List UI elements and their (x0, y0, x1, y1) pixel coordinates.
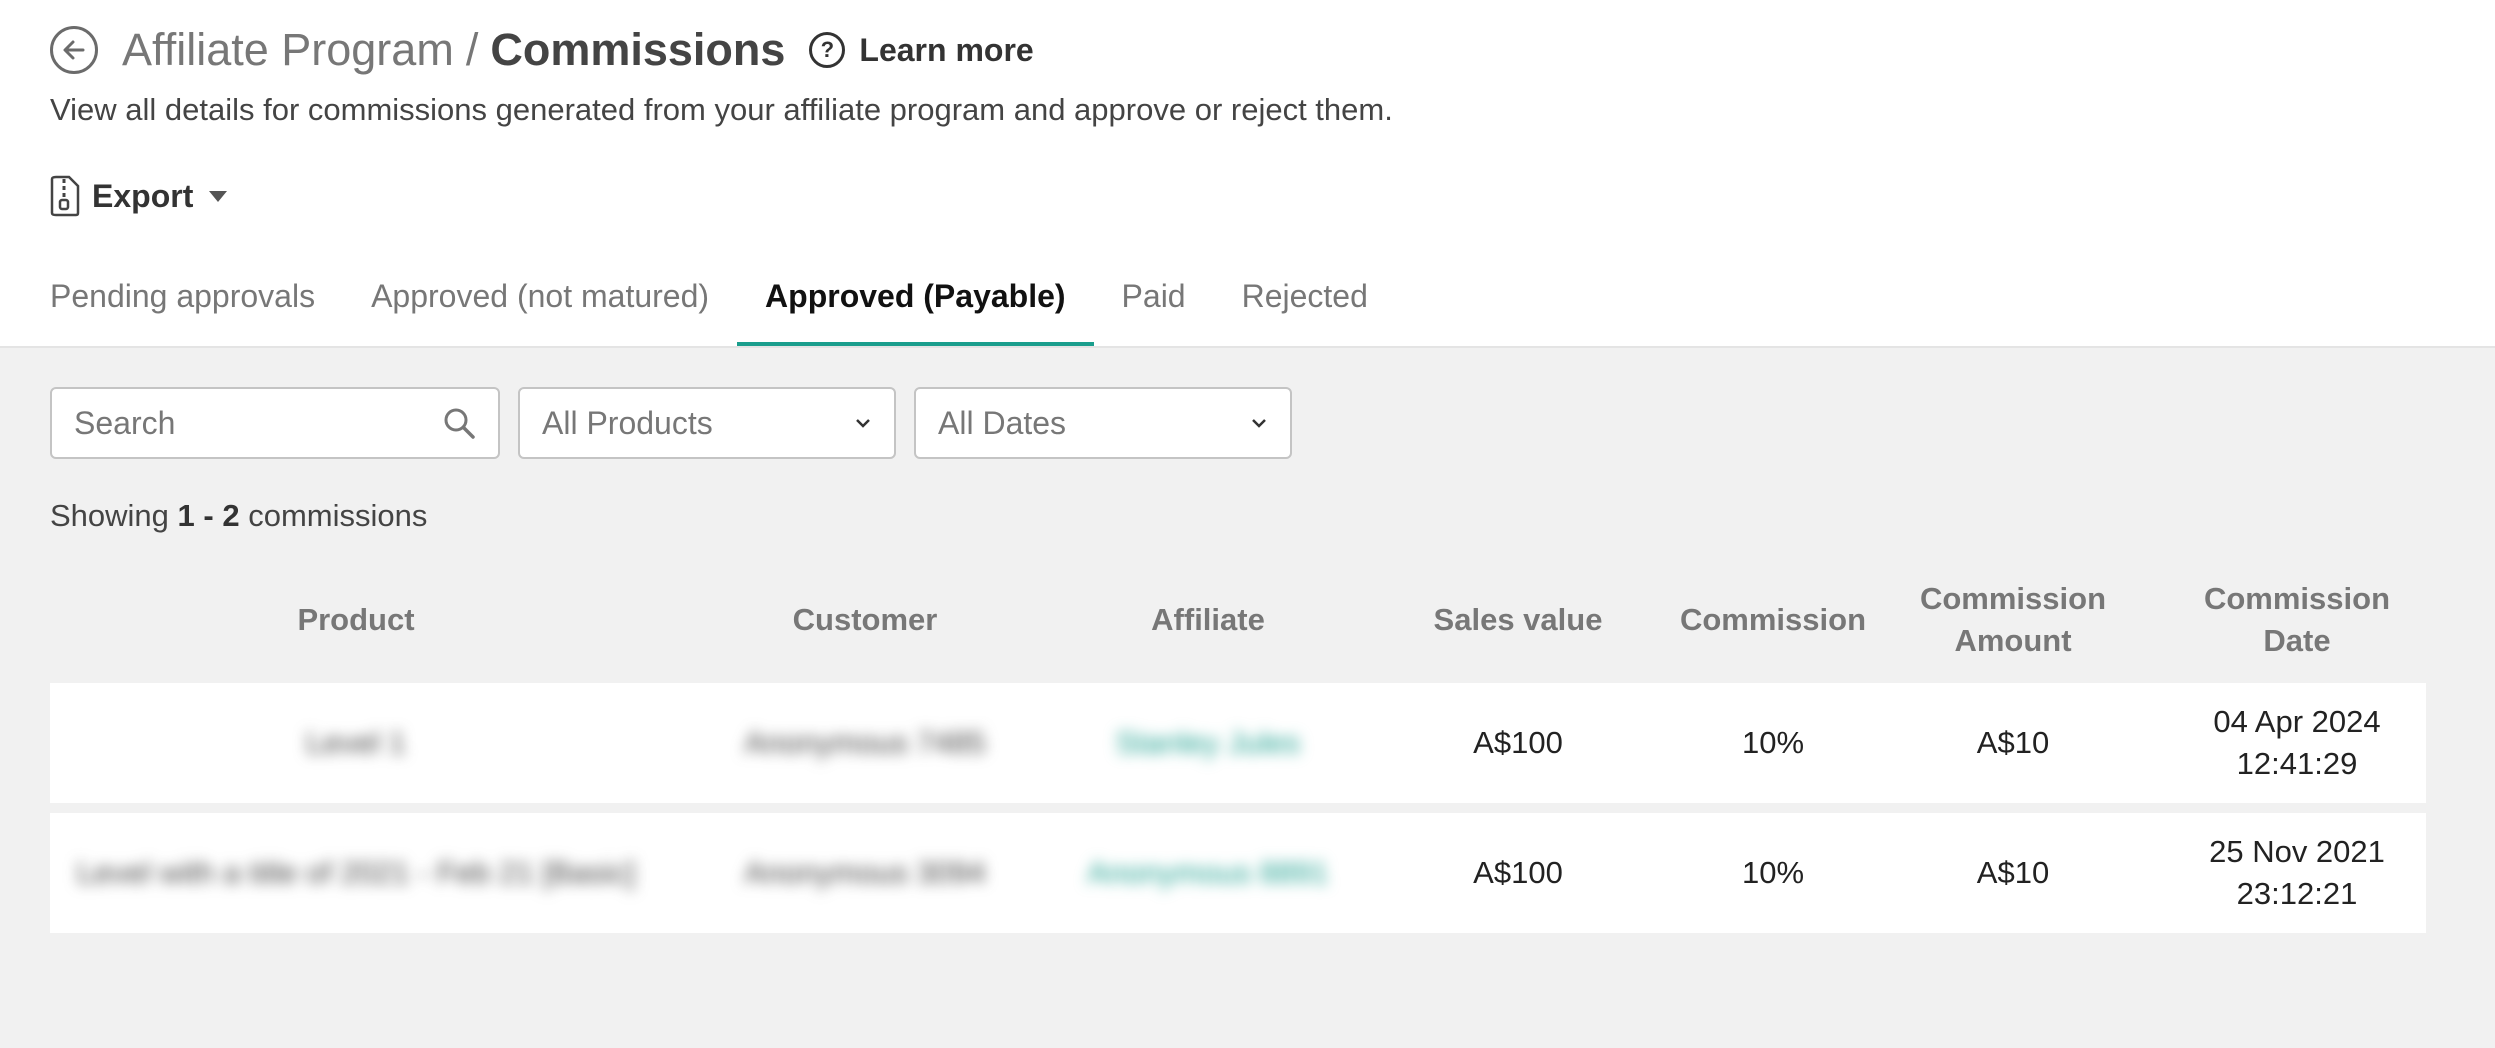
cell-date-day: 04 Apr 2024 (2213, 704, 2381, 739)
breadcrumb-separator: / (465, 24, 479, 75)
export-button[interactable]: Export (50, 175, 228, 217)
cell-commission-amount: A$10 (1976, 725, 2050, 760)
column-header-commission: Commission (1679, 602, 1867, 637)
column-header-sales-value: Sales value (1433, 602, 1603, 637)
cell-commission: 10% (1741, 725, 1805, 760)
search-icon (444, 408, 475, 439)
back-arrow-icon (63, 40, 85, 60)
dates-select[interactable]: All Dates (914, 387, 1292, 459)
tab-bar: Pending approvals Approved (not matured)… (22, 262, 1396, 348)
title-row: Affiliate Program / Commissions ? Learn mo… (50, 22, 1034, 78)
cell-sales-value: A$100 (1473, 855, 1563, 890)
column-header-commission-amount: Commission Amount (1858, 570, 2168, 670)
column-header-affiliate: Affiliate (1151, 602, 1265, 637)
page-subtitle: View all details for commissions generat… (50, 92, 1393, 127)
cell-commission-date: 04 Apr 2024 12:41:29 (2168, 683, 2426, 803)
table-header: Product Customer Affiliate Sales value C… (50, 570, 2426, 670)
cell-date-day: 25 Nov 2021 (2209, 834, 2385, 869)
table-row: Level 1 Anonymous 7485 Stanley Jules A$1… (50, 683, 2426, 803)
tab-approved-not-matured[interactable]: Approved (not matured) (343, 262, 737, 346)
tab-approved-payable[interactable]: Approved (Payable) (737, 262, 1094, 346)
cell-customer: Anonymous 7485 (744, 725, 986, 760)
cell-sales-value: A$100 (1473, 725, 1563, 760)
cell-product: Level with a title of 2021 - Feb 21 [Bas… (76, 855, 636, 890)
breadcrumb-affiliate-program[interactable]: Affiliate Program (122, 24, 454, 75)
column-header-customer: Customer (792, 602, 938, 637)
products-select[interactable]: All Products (518, 387, 896, 459)
table-row: Level with a title of 2021 - Feb 21 [Bas… (50, 813, 2426, 933)
dates-select-value: All Dates (938, 404, 1067, 441)
caret-down-icon (209, 190, 228, 202)
results-count-suffix: commissions (248, 498, 428, 533)
commissions-panel: Search All Products All Dates Showing 1 … (0, 348, 2495, 1048)
column-header-commission-date: Commission Date (2203, 581, 2391, 658)
tab-pending-approvals[interactable]: Pending approvals (22, 262, 343, 346)
products-select-value: All Products (542, 404, 713, 441)
results-count-prefix: Showing (50, 498, 169, 533)
cell-date-time: 12:41:29 (2236, 746, 2358, 781)
learn-more-label: Learn more (859, 31, 1034, 68)
column-header-commission-amount-line1: Commission (1919, 581, 2107, 616)
tab-paid[interactable]: Paid (1094, 262, 1214, 346)
question-circle-icon: ? (809, 32, 846, 68)
cell-commission: 10% (1741, 855, 1805, 890)
page-header: Affiliate Program / Commissions ? Learn mo… (0, 0, 2495, 348)
column-header-product: Product (297, 602, 415, 637)
zip-file-icon (50, 175, 80, 217)
cell-affiliate-link[interactable]: Stanley Jules (1068, 683, 1348, 803)
back-button[interactable] (50, 26, 98, 74)
search-input[interactable]: Search (50, 387, 500, 459)
cell-commission-amount: A$10 (1976, 855, 2050, 890)
learn-more-link[interactable]: ? Learn more (809, 31, 1034, 69)
cell-affiliate-link[interactable]: Anonymous 8891 (1068, 813, 1348, 933)
results-count-range: 1 - 2 (177, 498, 240, 533)
tab-rejected[interactable]: Rejected (1214, 262, 1396, 346)
chevron-down-icon (1252, 419, 1266, 428)
page-title: Affiliate Program / Commissions (122, 22, 785, 78)
export-label: Export (92, 177, 194, 214)
results-count: Showing 1 - 2 commissions (50, 498, 427, 534)
chevron-down-icon (856, 419, 870, 428)
cell-customer: Anonymous 3094 (744, 855, 986, 890)
cell-product: Level 1 (306, 725, 406, 760)
search-placeholder: Search (74, 404, 176, 441)
cell-commission-date: 25 Nov 2021 23:12:21 (2168, 813, 2426, 933)
breadcrumb-current: Commissions (490, 24, 786, 75)
column-header-commission-amount-line2: Amount (1954, 623, 2072, 658)
cell-date-time: 23:12:21 (2236, 876, 2358, 911)
